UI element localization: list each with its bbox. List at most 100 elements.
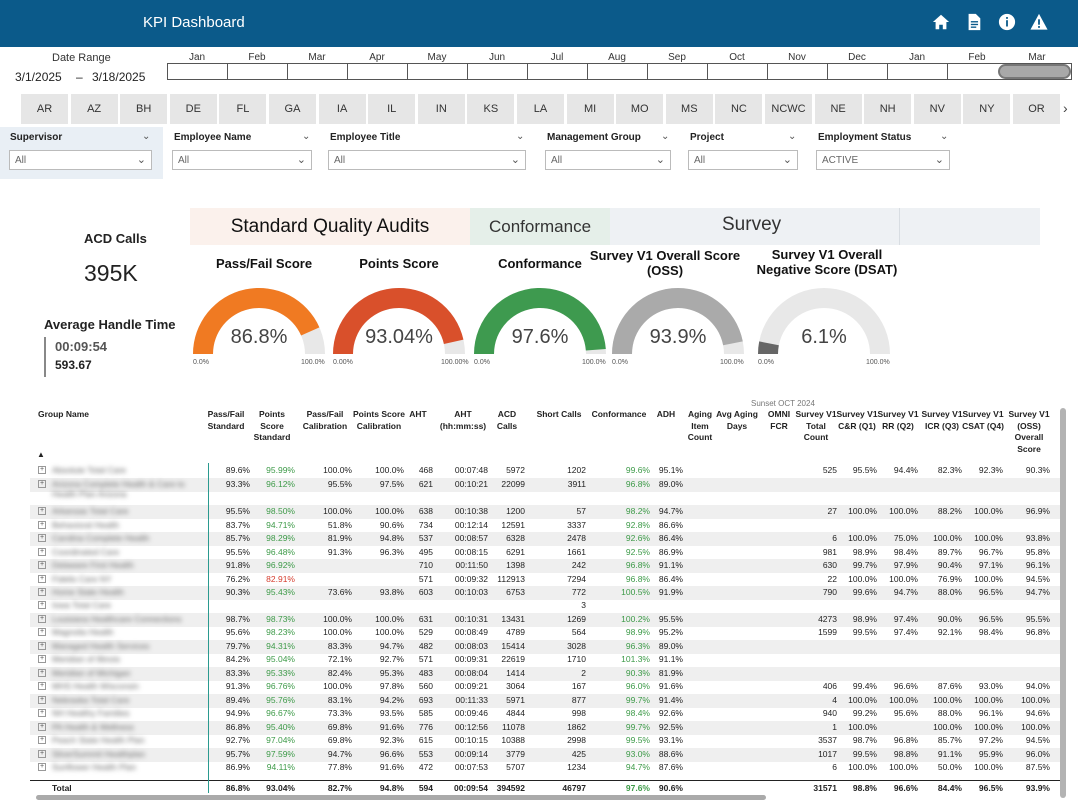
table-row[interactable]: + Fidelis Care NY 76.2% 82.91% 571 00:09:32 11… xyxy=(30,573,1060,587)
column-header[interactable]: AHT (hh:mm:ss) xyxy=(436,409,490,432)
expand-icon[interactable]: + xyxy=(38,736,46,744)
state-button-nh[interactable]: NH xyxy=(864,94,912,124)
expand-icon[interactable]: + xyxy=(38,763,46,771)
expand-icon[interactable]: + xyxy=(38,507,46,515)
table-row[interactable]: + NH Healthy Families 94.9% 96.67% 73.3% 93.5… xyxy=(30,707,1060,721)
table-row[interactable] xyxy=(30,491,1060,505)
table-row[interactable]: + Iowa Total Care 3 xyxy=(30,599,1060,613)
expand-icon[interactable]: + xyxy=(38,655,46,663)
chevron-right-icon[interactable]: › xyxy=(1063,100,1068,116)
table-row[interactable]: + Nebraska Total Care 89.4% 95.76% 83.1% 94.2… xyxy=(30,694,1060,708)
expand-icon[interactable]: + xyxy=(38,615,46,623)
state-button-mo[interactable]: MO xyxy=(616,94,664,124)
vertical-scrollbar[interactable] xyxy=(1060,408,1066,798)
table-row[interactable]: + Home State Health 90.3% 95.43% 73.6% 93.8% 6… xyxy=(30,586,1060,600)
expand-icon[interactable]: + xyxy=(38,480,46,488)
state-button-de[interactable]: DE xyxy=(169,94,217,124)
state-button-ks[interactable]: KS xyxy=(467,94,515,124)
column-header[interactable]: Avg Aging Days xyxy=(716,409,758,432)
column-header[interactable]: Survey V1 C&R (Q1) xyxy=(835,409,879,432)
column-header[interactable]: Points Score Standard xyxy=(247,409,297,444)
table-row[interactable]: + Louisiana Healthcare Connections 98.7% 98… xyxy=(30,613,1060,627)
state-button-ar[interactable]: AR xyxy=(21,94,68,124)
filter-select[interactable]: All ⌄ xyxy=(172,150,312,170)
column-header[interactable]: Survey V1 CSAT (Q4) xyxy=(961,409,1005,432)
table-row[interactable]: + Peach State Health Plan 92.7% 97.04% 69.8%… xyxy=(30,734,1060,748)
table-row[interactable]: + SilverSummit Healthplan 95.7% 97.59% 94.7%… xyxy=(30,748,1060,762)
expand-icon[interactable]: + xyxy=(38,534,46,542)
column-header[interactable]: Survey V1 RR (Q2) xyxy=(876,409,920,432)
filter-select[interactable]: ACTIVE ⌄ xyxy=(816,150,950,170)
expand-icon[interactable]: + xyxy=(38,696,46,704)
table-row[interactable]: + Meridian of Illinois 84.2% 95.04% 72.1% 92.… xyxy=(30,653,1060,667)
table-row[interactable]: + Carolina Complete Health 85.7% 98.29% 81.9… xyxy=(30,532,1060,546)
info-icon[interactable] xyxy=(998,13,1018,33)
expand-icon[interactable]: + xyxy=(38,669,46,677)
timeline-handle[interactable] xyxy=(998,64,1071,79)
chevron-down-icon[interactable]: ⌄ xyxy=(940,131,948,142)
expand-icon[interactable]: + xyxy=(38,575,46,583)
state-button-ia[interactable]: IA xyxy=(318,94,366,124)
sort-up-icon[interactable]: ▲ xyxy=(37,450,45,459)
table-row[interactable]: + Meridian of Michigan 83.3% 95.33% 82.4% 95.… xyxy=(30,667,1060,681)
home-icon[interactable] xyxy=(932,13,952,33)
chevron-down-icon[interactable]: ⌄ xyxy=(516,131,524,142)
column-header[interactable]: Survey V1 (OSS) Overall Score xyxy=(1006,409,1052,455)
expand-icon[interactable]: + xyxy=(38,723,46,731)
tab-conformance[interactable]: Conformance xyxy=(470,208,610,245)
expand-icon[interactable]: + xyxy=(38,682,46,690)
table-row[interactable]: + Arkansas Total Care 95.5% 98.50% 100.0% 100… xyxy=(30,505,1060,519)
table-row[interactable]: + PA Health & Wellness 86.8% 95.40% 69.8% 91.… xyxy=(30,721,1060,735)
expand-icon[interactable]: + xyxy=(38,750,46,758)
table-row[interactable]: + Sunflower Health Plan 86.9% 94.11% 77.8% 91… xyxy=(30,761,1060,775)
filter-select[interactable]: All ⌄ xyxy=(688,150,798,170)
state-button-az[interactable]: AZ xyxy=(70,94,118,124)
chevron-down-icon[interactable]: ⌄ xyxy=(302,131,310,142)
table-row[interactable]: + Arizona Complete Health & Care to Healt… xyxy=(30,478,1060,499)
column-header[interactable]: Survey V1 ICR (Q3) xyxy=(920,409,964,432)
expand-icon[interactable]: + xyxy=(38,561,46,569)
chevron-down-icon[interactable]: ⌄ xyxy=(788,131,796,142)
state-button-nc[interactable]: NC xyxy=(715,94,763,124)
table-row[interactable]: + Magnolia Health 95.6% 98.23% 100.0% 100.0% 5… xyxy=(30,626,1060,640)
column-header[interactable]: Points Score Calibration xyxy=(352,409,406,432)
expand-icon[interactable]: + xyxy=(38,588,46,596)
state-button-bh[interactable]: BH xyxy=(120,94,168,124)
state-button-or[interactable]: OR xyxy=(1013,94,1060,124)
column-header[interactable]: Pass/Fail Standard xyxy=(200,409,252,432)
filter-select[interactable]: All ⌄ xyxy=(328,150,526,170)
warning-icon[interactable] xyxy=(1030,13,1050,33)
column-header[interactable]: Aging Item Count xyxy=(680,409,720,444)
state-button-ne[interactable]: NE xyxy=(814,94,862,124)
expand-icon[interactable]: + xyxy=(38,548,46,556)
date-range-start[interactable]: 3/1/2025 xyxy=(15,70,62,84)
expand-icon[interactable]: + xyxy=(38,601,46,609)
state-button-nv[interactable]: NV xyxy=(913,94,961,124)
state-button-la[interactable]: LA xyxy=(517,94,564,124)
document-icon[interactable] xyxy=(965,13,985,33)
table-row[interactable]: + MHS Health Wisconsin 91.3% 96.76% 100.0% 97… xyxy=(30,680,1060,694)
state-button-ncwc[interactable]: NCWC xyxy=(765,94,812,124)
expand-icon[interactable]: + xyxy=(38,709,46,717)
horizontal-scrollbar[interactable] xyxy=(36,795,766,800)
column-header[interactable]: Short Calls xyxy=(530,409,588,421)
column-header[interactable]: AHT xyxy=(401,409,435,421)
column-header[interactable]: Conformance xyxy=(586,409,652,421)
state-button-ga[interactable]: GA xyxy=(269,94,316,124)
table-row[interactable]: + Delaware First Health 91.8% 96.92% 710 00:1… xyxy=(30,559,1060,573)
state-button-mi[interactable]: MI xyxy=(566,94,614,124)
column-header[interactable]: Survey V1 Total Count xyxy=(793,409,839,444)
state-button-fl[interactable]: FL xyxy=(219,94,267,124)
chevron-down-icon[interactable]: ⌄ xyxy=(142,131,150,142)
filter-select[interactable]: All ⌄ xyxy=(9,150,152,170)
expand-icon[interactable]: + xyxy=(38,642,46,650)
table-row[interactable]: + Behavioral Health 83.7% 94.71% 51.8% 90.6% 7… xyxy=(30,519,1060,533)
expand-icon[interactable]: + xyxy=(38,521,46,529)
filter-select[interactable]: All ⌄ xyxy=(545,150,671,170)
table-row[interactable]: + Managed Health Services 79.7% 94.31% 83.3%… xyxy=(30,640,1060,654)
date-range-end[interactable]: 3/18/2025 xyxy=(92,70,145,84)
state-button-ms[interactable]: MS xyxy=(665,94,713,124)
column-header[interactable]: ACD Calls xyxy=(487,409,527,432)
expand-icon[interactable]: + xyxy=(38,466,46,474)
tab-survey[interactable]: Survey xyxy=(610,208,1040,245)
